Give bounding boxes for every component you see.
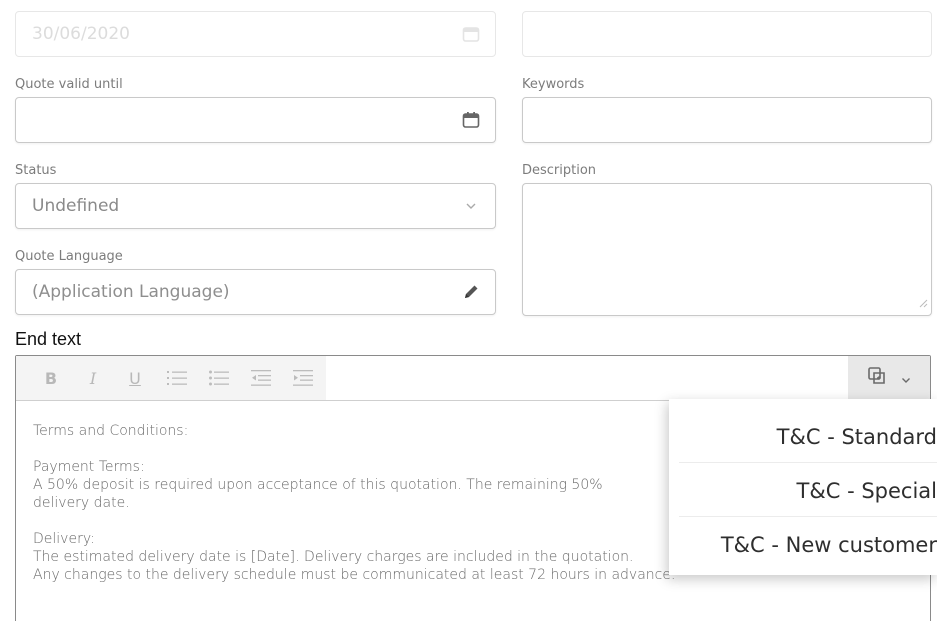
- calendar-icon[interactable]: [461, 24, 481, 44]
- italic-button[interactable]: I: [72, 363, 114, 393]
- quote-language-value: (Application Language): [32, 282, 230, 302]
- status-select[interactable]: Undefined: [15, 183, 496, 229]
- resize-handle-icon[interactable]: [918, 293, 928, 312]
- quote-language-field[interactable]: (Application Language): [15, 269, 496, 315]
- insert-template-button[interactable]: [848, 356, 930, 400]
- keywords-label: Keywords: [522, 77, 585, 92]
- keywords-field[interactable]: [522, 97, 932, 143]
- bold-button[interactable]: B: [30, 363, 72, 393]
- outdent-icon[interactable]: [240, 363, 282, 393]
- description-textarea[interactable]: [522, 183, 932, 316]
- numbered-list-icon[interactable]: [156, 363, 198, 393]
- menu-item-tc-standard[interactable]: T&C - Standard: [679, 411, 937, 463]
- description-label: Description: [522, 163, 597, 178]
- quote-valid-until-field[interactable]: [15, 97, 496, 143]
- top-right-field[interactable]: [522, 11, 932, 57]
- date-field-value: 30/06/2020: [32, 24, 130, 44]
- template-dropdown-menu: T&C - Standard T&C - Special T&C - New c…: [669, 399, 937, 575]
- pencil-icon[interactable]: [461, 282, 481, 302]
- indent-icon[interactable]: [282, 363, 324, 393]
- bullet-list-icon[interactable]: [198, 363, 240, 393]
- chevron-down-icon: [461, 196, 481, 216]
- end-text-label: End text: [15, 329, 82, 349]
- status-label: Status: [15, 163, 57, 178]
- status-select-value: Undefined: [32, 196, 120, 216]
- date-field[interactable]: 30/06/2020: [15, 11, 496, 57]
- menu-item-tc-new-customer[interactable]: T&C - New customer: [679, 519, 937, 571]
- chevron-down-icon: [901, 369, 911, 388]
- underline-button[interactable]: U: [114, 363, 156, 393]
- insert-template-icon: [867, 366, 887, 390]
- quote-valid-label: Quote valid until: [15, 77, 123, 92]
- formatting-toolbar-group: B I U: [16, 356, 326, 400]
- calendar-icon[interactable]: [461, 110, 481, 130]
- editor-toolbar: B I U: [16, 356, 930, 401]
- menu-item-tc-special[interactable]: T&C - Special: [679, 465, 937, 517]
- quote-language-label: Quote Language: [15, 249, 123, 264]
